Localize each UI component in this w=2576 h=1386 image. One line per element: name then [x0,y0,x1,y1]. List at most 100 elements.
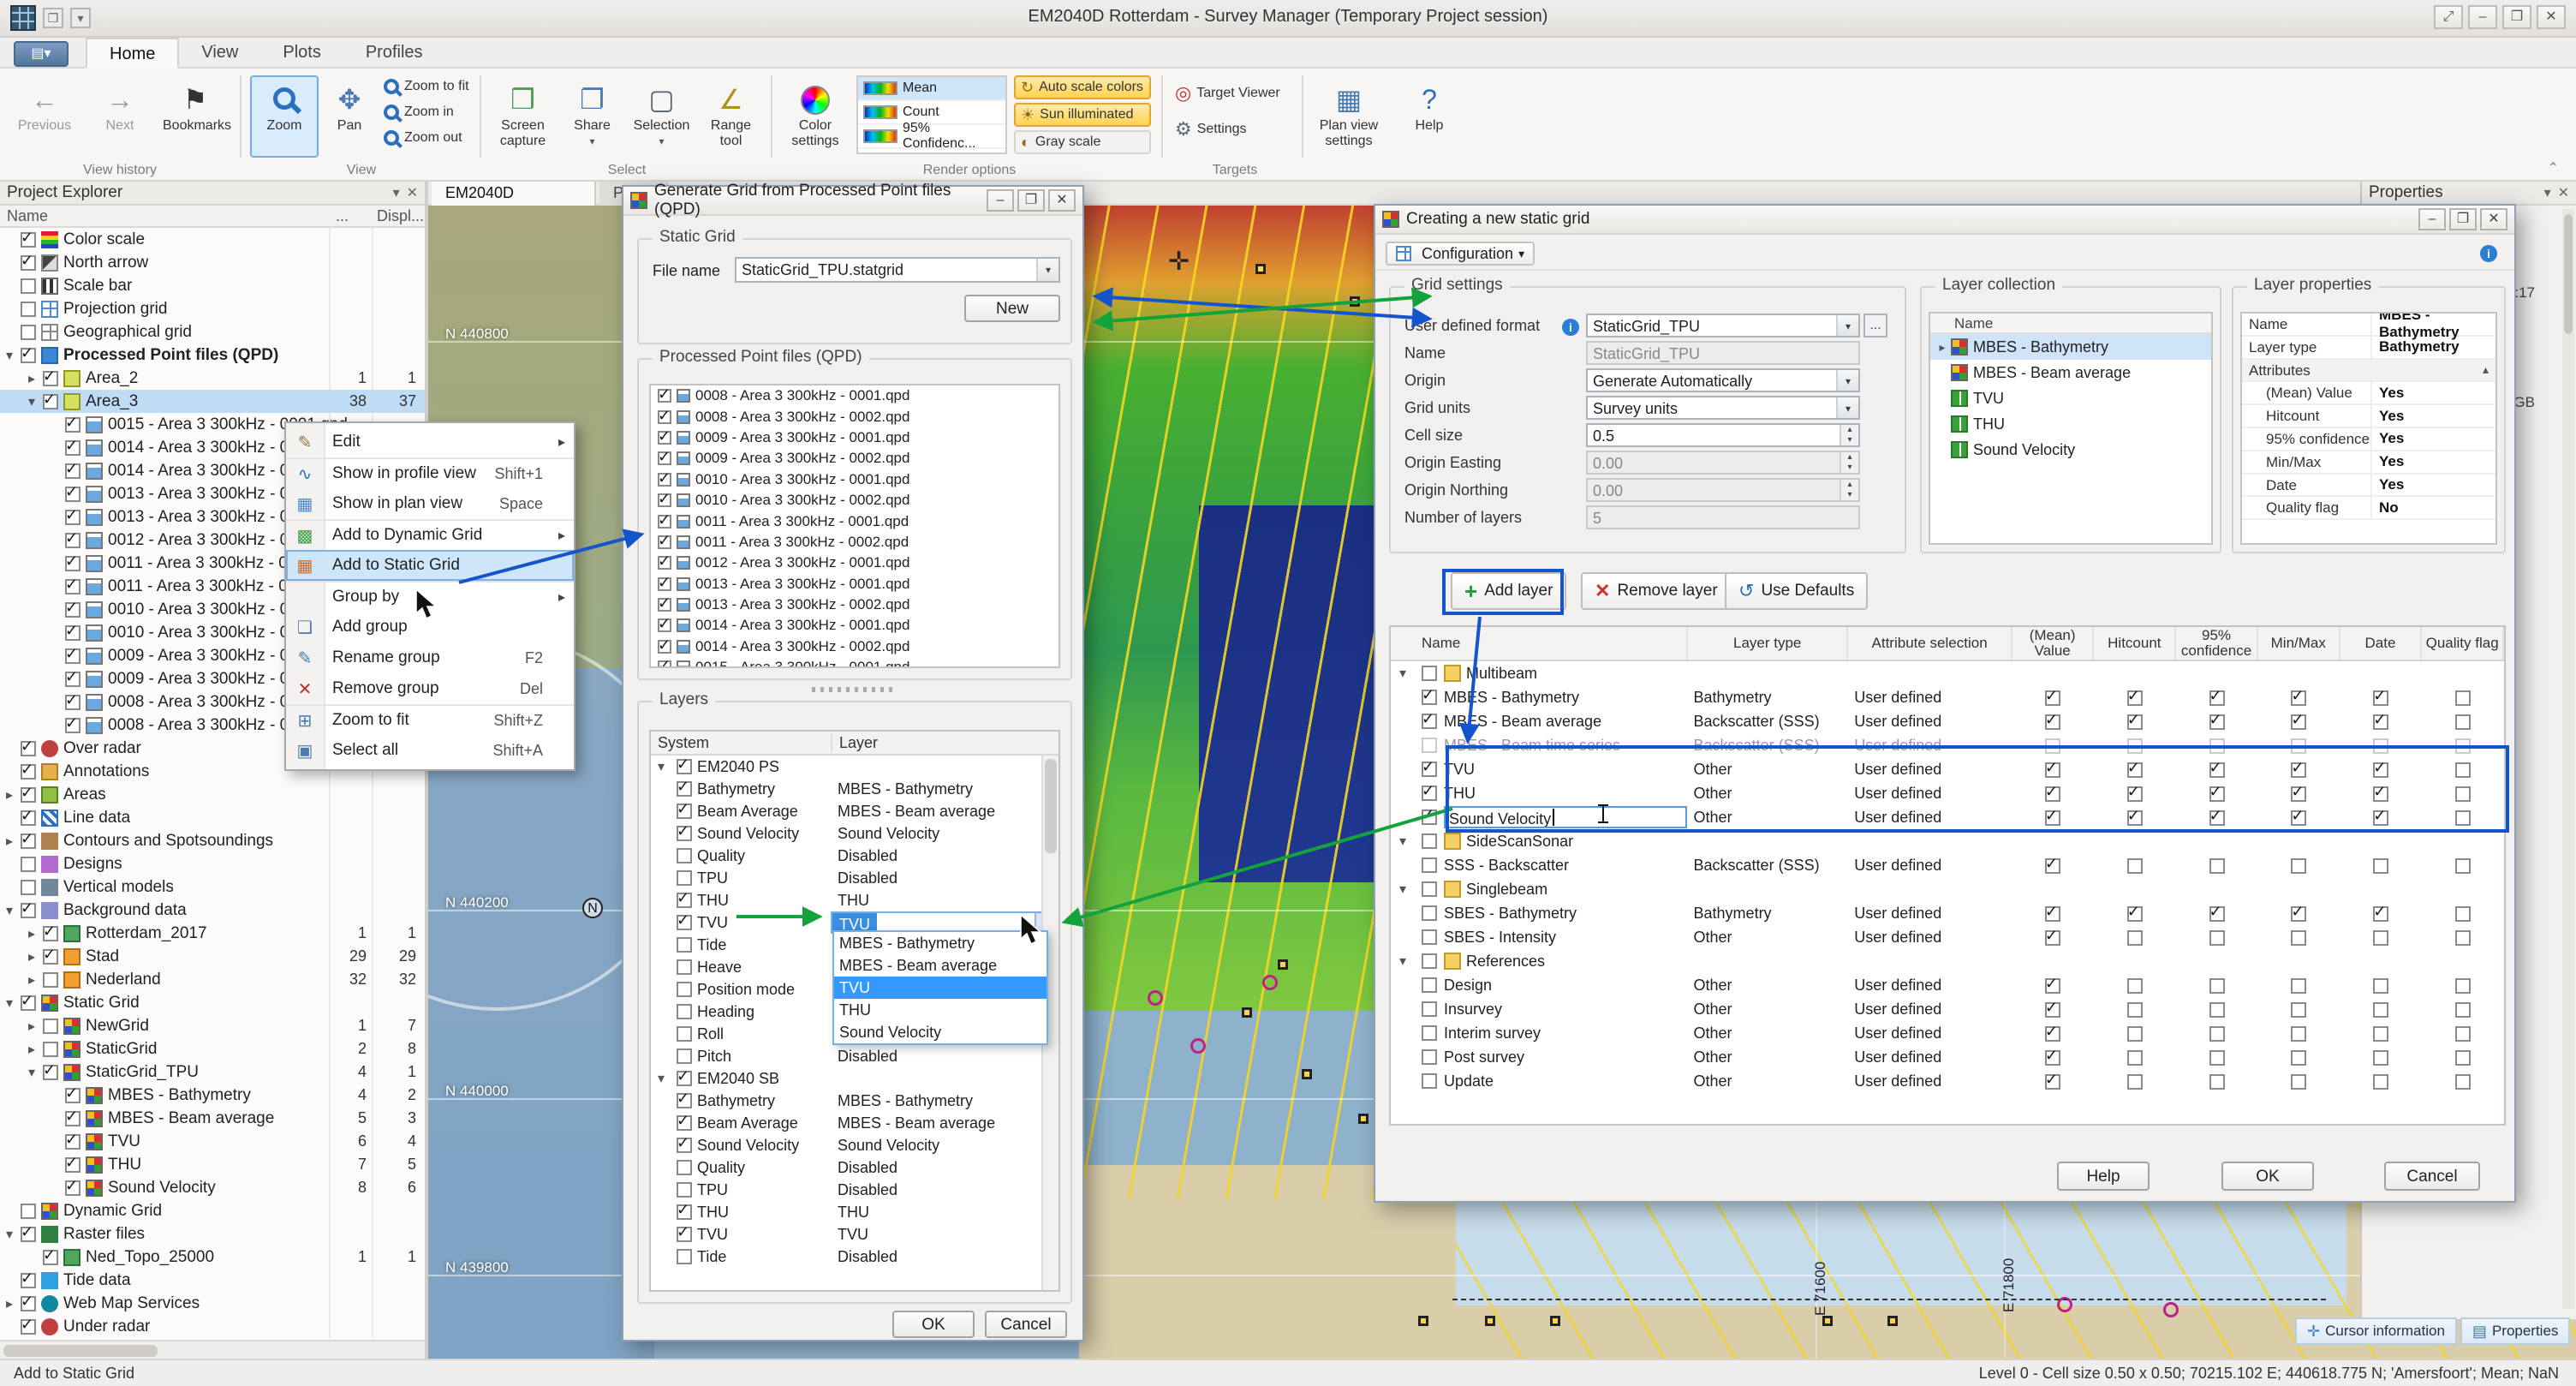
quality-flag-cell[interactable] [2422,1001,2504,1019]
attribute-checkbox[interactable] [2455,978,2471,994]
zoom-button[interactable]: Zoom [250,75,319,158]
visibility-checkbox[interactable] [43,972,58,988]
date-cell[interactable] [2340,857,2422,875]
ribbon-button[interactable]: ❒ Screen capture ▾ [490,75,556,158]
attribute-checkbox[interactable] [2373,1002,2388,1018]
zoom-small-button[interactable]: Zoom in [380,101,476,123]
targets-button[interactable]: ◎ Target Viewer [1172,82,1298,105]
ribbon-button[interactable]: ▢ Selection ▾ [629,75,695,158]
minmax-cell[interactable] [2257,713,2340,731]
attribute-checkbox[interactable] [2209,786,2225,802]
property-row[interactable]: Name MBES - Bathymetry [2242,314,2496,337]
qpd-file-row[interactable]: 0013 - Area 3 300kHz - 0002.qpd [651,594,1058,615]
dialog-title-bar[interactable]: Generate Grid from Processed Point files… [623,187,1082,216]
ribbon-tab[interactable]: Plots [260,38,343,69]
color-scale-selector[interactable]: Mean Count 95% Confidenc... [856,75,1007,154]
visibility-checkbox[interactable] [21,1204,36,1219]
tree-item[interactable]: Processed Point files (QPD) [0,344,425,367]
maximize-icon[interactable]: ❐ [2502,5,2531,29]
visibility-checkbox[interactable] [65,579,80,594]
layer-enabled-checkbox[interactable] [1422,666,1437,681]
attribute-selection-cell[interactable]: User defined [1847,713,2012,731]
layer-type-cell[interactable]: Other [1687,1072,1848,1090]
qpd-file-row[interactable]: 0011 - Area 3 300kHz - 0002.qpd [651,532,1058,553]
dropdown-arrow-icon[interactable] [1836,315,1858,336]
quality-flag-cell[interactable] [2422,1025,2504,1042]
layer-mapping-row[interactable]: Sound Velocity Sound Velocity [651,822,1058,845]
field-input[interactable]: StaticGrid_TPU [1586,314,1860,338]
hitcount-cell[interactable] [2094,713,2176,731]
mean-value-cell[interactable] [2012,857,2094,875]
mean-value-cell[interactable] [2012,785,2094,803]
layer-checkbox[interactable] [677,915,692,930]
tree-item[interactable]: Line data [0,806,425,829]
visibility-checkbox[interactable] [43,926,58,941]
mean-value-cell[interactable] [2012,977,2094,995]
visibility-checkbox[interactable] [21,255,36,271]
attribute-checkbox[interactable] [2209,1026,2225,1042]
property-row[interactable]: Layer type Bathymetry [2242,337,2496,360]
layer-enabled-checkbox[interactable] [1422,905,1437,921]
expander-icon[interactable] [22,971,41,989]
layer-table-row[interactable]: MBES - Beam average Backscatter (SSS) Us… [1391,709,2504,733]
layer-type-cell[interactable]: Backscatter (SSS) [1687,737,1848,755]
attribute-checkbox[interactable] [2045,858,2060,874]
layer-table-row[interactable]: SBES - Intensity Other User defined [1391,925,2504,949]
layer-name-cell[interactable]: TVU [1444,758,1687,780]
attribute-checkbox[interactable] [2045,1002,2060,1018]
maximize-icon[interactable]: ❐ [2449,208,2477,230]
layer-table-row[interactable]: Sound Velocity Other User defined [1391,805,2504,829]
layer-type-cell[interactable]: Other [1687,977,1848,995]
hitcount-cell[interactable] [2094,689,2176,707]
visibility-checkbox[interactable] [21,1319,36,1335]
quality-flag-cell[interactable] [2422,737,2504,755]
quality-flag-cell[interactable] [2422,977,2504,995]
qpd-file-row[interactable]: 0009 - Area 3 300kHz - 0001.qpd [651,427,1058,448]
confidence-cell[interactable] [2176,1072,2258,1090]
color-scale-option[interactable]: Mean [858,77,1005,101]
visibility-checkbox[interactable] [21,325,36,340]
layer-name-cell[interactable]: Sound Velocity [831,1134,1058,1156]
attribute-checkbox[interactable] [2045,1050,2060,1066]
attribute-checkbox[interactable] [2373,1050,2388,1066]
minimize-icon[interactable]: – [2468,5,2497,29]
color-scale-option[interactable]: 95% Confidenc... [858,125,1005,149]
date-cell[interactable] [2340,761,2422,779]
layer-enabled-checkbox[interactable] [1422,977,1437,993]
attribute-checkbox[interactable] [2291,1074,2306,1090]
attribute-checkbox[interactable] [2291,1026,2306,1042]
quality-flag-cell[interactable] [2422,905,2504,923]
tree-item[interactable]: THU 7 5 [0,1153,425,1176]
layer-name-cell[interactable]: Design [1444,974,1687,996]
expander-icon[interactable] [651,1070,671,1087]
layer-checkbox[interactable] [677,1115,692,1131]
expander-icon[interactable] [0,995,19,1012]
layer-name-cell[interactable]: MBES - Bathymetry [831,778,1058,800]
dropdown-option[interactable]: THU [834,999,1046,1021]
attribute-checkbox[interactable] [2455,690,2471,706]
mean-value-cell[interactable] [2012,689,2094,707]
layer-mapping-row[interactable]: Bathymetry MBES - Bathymetry [651,1090,1058,1112]
minmax-cell[interactable] [2257,1072,2340,1090]
file-checkbox[interactable] [658,410,671,424]
maximize-icon[interactable]: ❐ [1017,189,1045,212]
layer-checkbox[interactable] [677,1227,692,1242]
attribute-checkbox[interactable] [2455,930,2471,946]
visibility-checkbox[interactable] [43,949,58,965]
tree-item[interactable]: TVU 6 4 [0,1130,425,1153]
field-input[interactable]: 0.5 [1586,423,1860,447]
visibility-checkbox[interactable] [65,695,80,710]
visibility-checkbox[interactable] [65,556,80,571]
qpd-file-row[interactable]: 0015 - Area 3 300kHz - 0001.qpd [651,657,1058,668]
layer-enabled-checkbox[interactable] [1422,762,1437,777]
layer-checkbox[interactable] [677,959,692,975]
layer-enabled-checkbox[interactable] [1422,881,1437,897]
property-row[interactable]: 95% confidence Yes [2242,428,2496,451]
attribute-checkbox[interactable] [2291,906,2306,922]
layer-type-cell[interactable]: Other [1687,929,1848,947]
field-input[interactable]: 0.00 [1586,478,1860,502]
qpd-file-row[interactable]: 0010 - Area 3 300kHz - 0002.qpd [651,490,1058,511]
view-tab-plan[interactable]: EM2040D Rotterdam [432,182,596,206]
attribute-checkbox[interactable] [2373,858,2388,874]
date-cell[interactable] [2340,689,2422,707]
